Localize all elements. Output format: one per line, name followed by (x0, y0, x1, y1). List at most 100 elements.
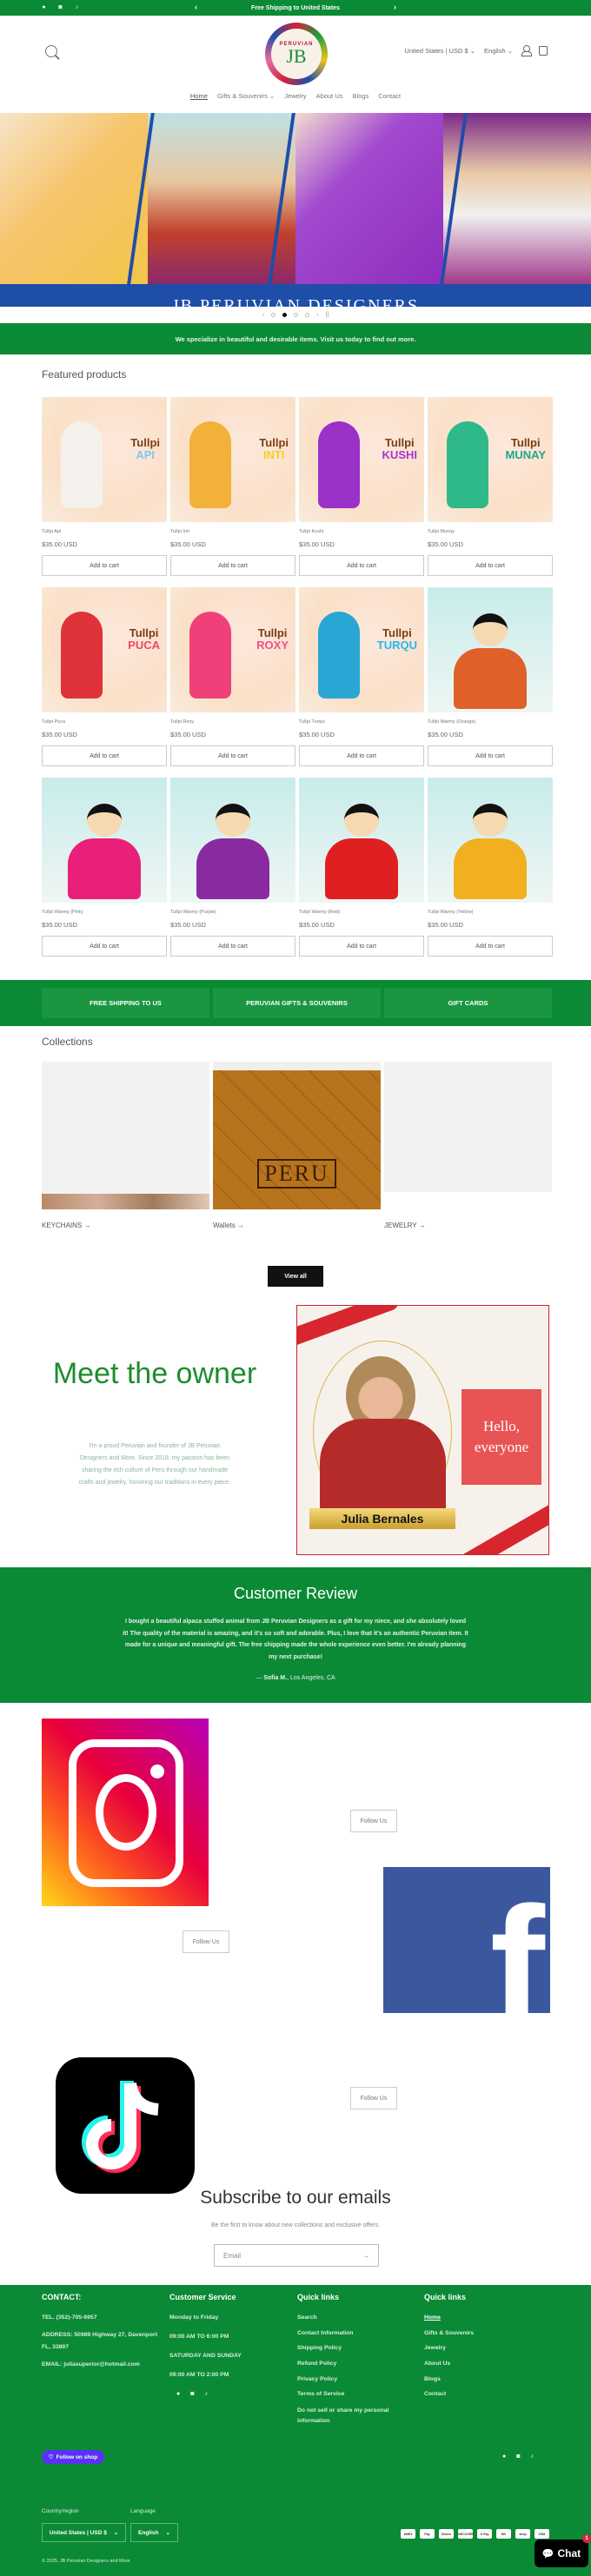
add-to-cart-button[interactable]: Add to cart (428, 936, 553, 957)
slide-pause-button[interactable]: || (326, 312, 329, 318)
search-icon[interactable] (45, 45, 57, 57)
product-card[interactable]: Tullpi INTI Tullpi Inti $35.00 USD Add to… (170, 397, 296, 576)
cart-icon[interactable] (539, 45, 548, 56)
language-selector[interactable]: English ⌄ (484, 47, 513, 55)
announcement-next-button[interactable]: › (394, 3, 396, 11)
email-input[interactable]: Email → (214, 2244, 379, 2267)
product-name[interactable]: Tullpi Kushi (299, 529, 424, 534)
instagram-image[interactable] (42, 1718, 209, 1906)
add-to-cart-button[interactable]: Add to cart (428, 555, 553, 576)
product-name[interactable]: Tullpi Warmy (Purple) (170, 910, 296, 915)
product-card[interactable]: Tullpi API Tullpi Api $35.00 USD Add to c… (42, 397, 167, 576)
footer-link-blogs[interactable]: Blogs (424, 2375, 528, 2383)
footer-link-terms[interactable]: Terms of Service (297, 2390, 402, 2398)
product-card[interactable]: Tullpi Warmy (Yellow) $35.00 USD Add to … (428, 778, 553, 957)
add-to-cart-button[interactable]: Add to cart (299, 936, 424, 957)
product-image[interactable] (170, 778, 296, 903)
nav-gifts-souvenirs[interactable]: Gifts & Souvenirs ⌄ (217, 92, 275, 100)
footer-link-do-not-sell[interactable]: Do not sell or share my personal informa… (297, 2406, 402, 2427)
product-image[interactable]: Tullpi PUCA (42, 587, 167, 712)
slide-dot[interactable] (305, 312, 310, 317)
product-image[interactable] (42, 778, 167, 903)
slide-next-button[interactable]: › (316, 312, 318, 318)
account-icon[interactable] (521, 45, 532, 56)
product-card[interactable]: Tullpi Warmy (Pink) $35.00 USD Add to ca… (42, 778, 167, 957)
footer-link-jewelry[interactable]: Jewelry (424, 2344, 528, 2352)
product-card[interactable]: Tullpi Warmy (Purple) $35.00 USD Add to … (170, 778, 296, 957)
add-to-cart-button[interactable]: Add to cart (428, 745, 553, 766)
tiktok-icon[interactable]: ♪ (530, 2453, 534, 2460)
promo-gifts-souvenirs[interactable]: PERUVIAN GIFTS & SOUVENIRS (213, 988, 381, 1018)
product-name[interactable]: Tullpi Api (42, 529, 167, 534)
add-to-cart-button[interactable]: Add to cart (299, 745, 424, 766)
product-image[interactable]: Tullpi API (42, 397, 167, 522)
facebook-icon[interactable]: ● (502, 2453, 506, 2460)
logo-inner[interactable]: PERUVIAN JB (271, 29, 322, 79)
add-to-cart-button[interactable]: Add to cart (42, 745, 167, 766)
product-name[interactable]: Tullpi Roxy (170, 719, 296, 725)
nav-home[interactable]: Home (190, 92, 208, 100)
product-name[interactable]: Tullpi Warmy (Red) (299, 910, 424, 915)
footer-link-about[interactable]: About Us (424, 2360, 528, 2367)
footer-link-gifts[interactable]: Gifts & Souvenirs (424, 2329, 528, 2337)
product-name[interactable]: Tullpi Puca (42, 719, 167, 725)
collection-keychains[interactable]: KEYCHAINS → (42, 1062, 209, 1229)
slide-dot[interactable] (271, 312, 276, 317)
product-card[interactable]: Tullpi MUNAY Tullpi Munay $35.00 USD Add … (428, 397, 553, 576)
tiktok-image[interactable] (56, 2057, 195, 2194)
footer-link-refund[interactable]: Refund Policy (297, 2360, 402, 2367)
chat-button[interactable]: 💬 Chat 1 (535, 2534, 591, 2567)
add-to-cart-button[interactable]: Add to cart (299, 555, 424, 576)
promo-gift-cards[interactable]: GIFT CARDS (384, 988, 552, 1018)
promo-free-shipping[interactable]: FREE SHIPPING TO US (42, 988, 209, 1018)
footer-link-contact[interactable]: Contact (424, 2390, 528, 2398)
footer-link-home[interactable]: Home (424, 2314, 528, 2321)
facebook-icon[interactable]: ● (40, 3, 48, 11)
product-image[interactable] (428, 778, 553, 903)
product-name[interactable]: Tullpi Warmy (Yellow) (428, 910, 553, 915)
tiktok-icon[interactable]: ♪ (73, 3, 81, 11)
product-image[interactable]: Tullpi MUNAY (428, 397, 553, 522)
announcement-prev-button[interactable]: ‹ (195, 3, 197, 11)
footer-language-select[interactable]: English ⌄ (130, 2523, 178, 2542)
instagram-icon[interactable]: ◙ (516, 2453, 520, 2460)
product-image[interactable]: Tullpi ROXY (170, 587, 296, 712)
product-card[interactable]: Tullpi KUSHI Tullpi Kushi $35.00 USD Add … (299, 397, 424, 576)
product-card[interactable]: Tullpi Warmy (Orange) $35.00 USD Add to … (428, 587, 553, 766)
follow-instagram-button[interactable]: Follow Us (350, 1810, 397, 1832)
footer-link-shipping[interactable]: Shipping Policy (297, 2344, 402, 2352)
view-all-button[interactable]: View all (268, 1266, 323, 1287)
nav-blogs[interactable]: Blogs (353, 92, 369, 100)
footer-country-select[interactable]: United States | USD $ ⌄ (42, 2523, 126, 2542)
product-card[interactable]: Tullpi ROXY Tullpi Roxy $35.00 USD Add to… (170, 587, 296, 766)
add-to-cart-button[interactable]: Add to cart (170, 555, 296, 576)
collection-link[interactable]: KEYCHAINS → (42, 1222, 209, 1229)
product-name[interactable]: Tullpi Turqui (299, 719, 424, 725)
instagram-icon[interactable]: ◙ (56, 3, 64, 11)
nav-jewelry[interactable]: Jewelry (284, 92, 306, 100)
product-name[interactable]: Tullpi Warmy (Orange) (428, 719, 553, 725)
follow-tiktok-button[interactable]: Follow Us (350, 2087, 397, 2109)
add-to-cart-button[interactable]: Add to cart (42, 555, 167, 576)
product-image[interactable] (299, 778, 424, 903)
collection-jewelry[interactable]: JEWELRY → (384, 1062, 552, 1229)
collection-link[interactable]: Wallets → (213, 1222, 381, 1229)
product-card[interactable]: Tullpi Warmy (Red) $35.00 USD Add to car… (299, 778, 424, 957)
slide-prev-button[interactable]: ‹ (262, 312, 264, 318)
footer-link-search[interactable]: Search (297, 2314, 402, 2321)
add-to-cart-button[interactable]: Add to cart (170, 745, 296, 766)
product-image[interactable]: Tullpi KUSHI (299, 397, 424, 522)
facebook-image[interactable]: f (383, 1867, 550, 2013)
add-to-cart-button[interactable]: Add to cart (42, 936, 167, 957)
nav-contact[interactable]: Contact (378, 92, 401, 100)
product-card[interactable]: Tullpi TURQU Tullpi Turqui $35.00 USD Add… (299, 587, 424, 766)
product-name[interactable]: Tullpi Warmy (Pink) (42, 910, 167, 915)
tiktok-icon[interactable]: ♪ (204, 2390, 208, 2398)
follow-facebook-button[interactable]: Follow Us (183, 1930, 229, 1953)
country-selector[interactable]: United States | USD $ ⌄ (404, 47, 475, 55)
footer-email[interactable]: EMAIL: juliasuperior@hotmail.com (42, 2361, 163, 2368)
product-name[interactable]: Tullpi Inti (170, 529, 296, 534)
slide-dot-active[interactable] (282, 312, 288, 317)
footer-link-privacy[interactable]: Privacy Policy (297, 2375, 402, 2383)
product-name[interactable]: Tullpi Munay (428, 529, 553, 534)
